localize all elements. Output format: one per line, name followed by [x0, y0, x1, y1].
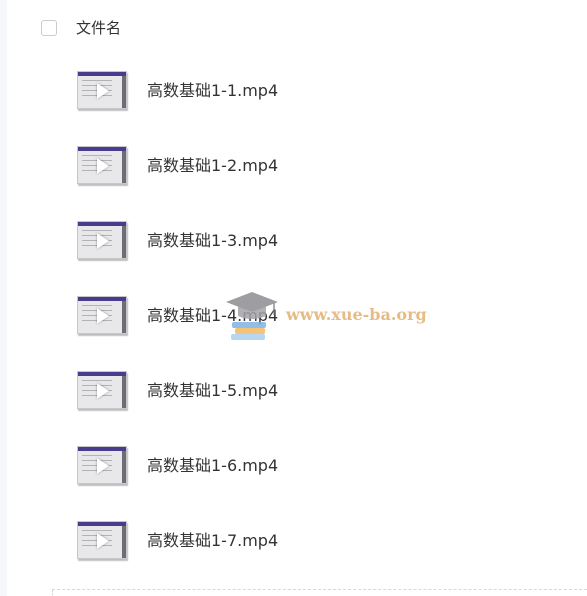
play-icon [97, 533, 109, 549]
file-row[interactable]: 高数基础1-7.mp4 [0, 503, 587, 578]
video-thumbnail-icon [77, 71, 127, 109]
file-list-page: 文件名 高数基础1-1.mp4 高数基础1-2.mp4 高数基础1-3.mp4 [0, 0, 587, 596]
play-icon [97, 83, 109, 99]
video-thumbnail-icon [77, 446, 127, 484]
file-row[interactable]: 高数基础1-6.mp4 [0, 428, 587, 503]
file-row[interactable]: 高数基础1-3.mp4 [0, 203, 587, 278]
file-row[interactable]: 高数基础1-5.mp4 [0, 353, 587, 428]
video-thumbnail-icon [77, 296, 127, 334]
video-thumbnail-icon [77, 521, 127, 559]
file-list: 高数基础1-1.mp4 高数基础1-2.mp4 高数基础1-3.mp4 高数基础… [0, 53, 587, 578]
file-name[interactable]: 高数基础1-6.mp4 [147, 456, 278, 476]
play-icon [97, 158, 109, 174]
play-icon [97, 458, 109, 474]
file-name[interactable]: 高数基础1-3.mp4 [147, 231, 278, 251]
video-thumbnail-icon [77, 146, 127, 184]
file-row[interactable]: 高数基础1-1.mp4 [0, 53, 587, 128]
play-icon [97, 308, 109, 324]
file-name[interactable]: 高数基础1-5.mp4 [147, 381, 278, 401]
file-name[interactable]: 高数基础1-1.mp4 [147, 81, 278, 101]
file-row[interactable]: 高数基础1-4.mp4 [0, 278, 587, 353]
file-name[interactable]: 高数基础1-2.mp4 [147, 156, 278, 176]
upload-drop-zone[interactable] [52, 589, 587, 596]
file-row[interactable]: 高数基础1-2.mp4 [0, 128, 587, 203]
video-thumbnail-icon [77, 371, 127, 409]
play-icon [97, 383, 109, 399]
file-name[interactable]: 高数基础1-7.mp4 [147, 531, 278, 551]
select-all-checkbox[interactable] [41, 20, 57, 36]
filename-column-header[interactable]: 文件名 [76, 19, 121, 37]
play-icon [97, 233, 109, 249]
list-header: 文件名 [0, 10, 587, 50]
video-thumbnail-icon [77, 221, 127, 259]
file-name[interactable]: 高数基础1-4.mp4 [147, 306, 278, 326]
